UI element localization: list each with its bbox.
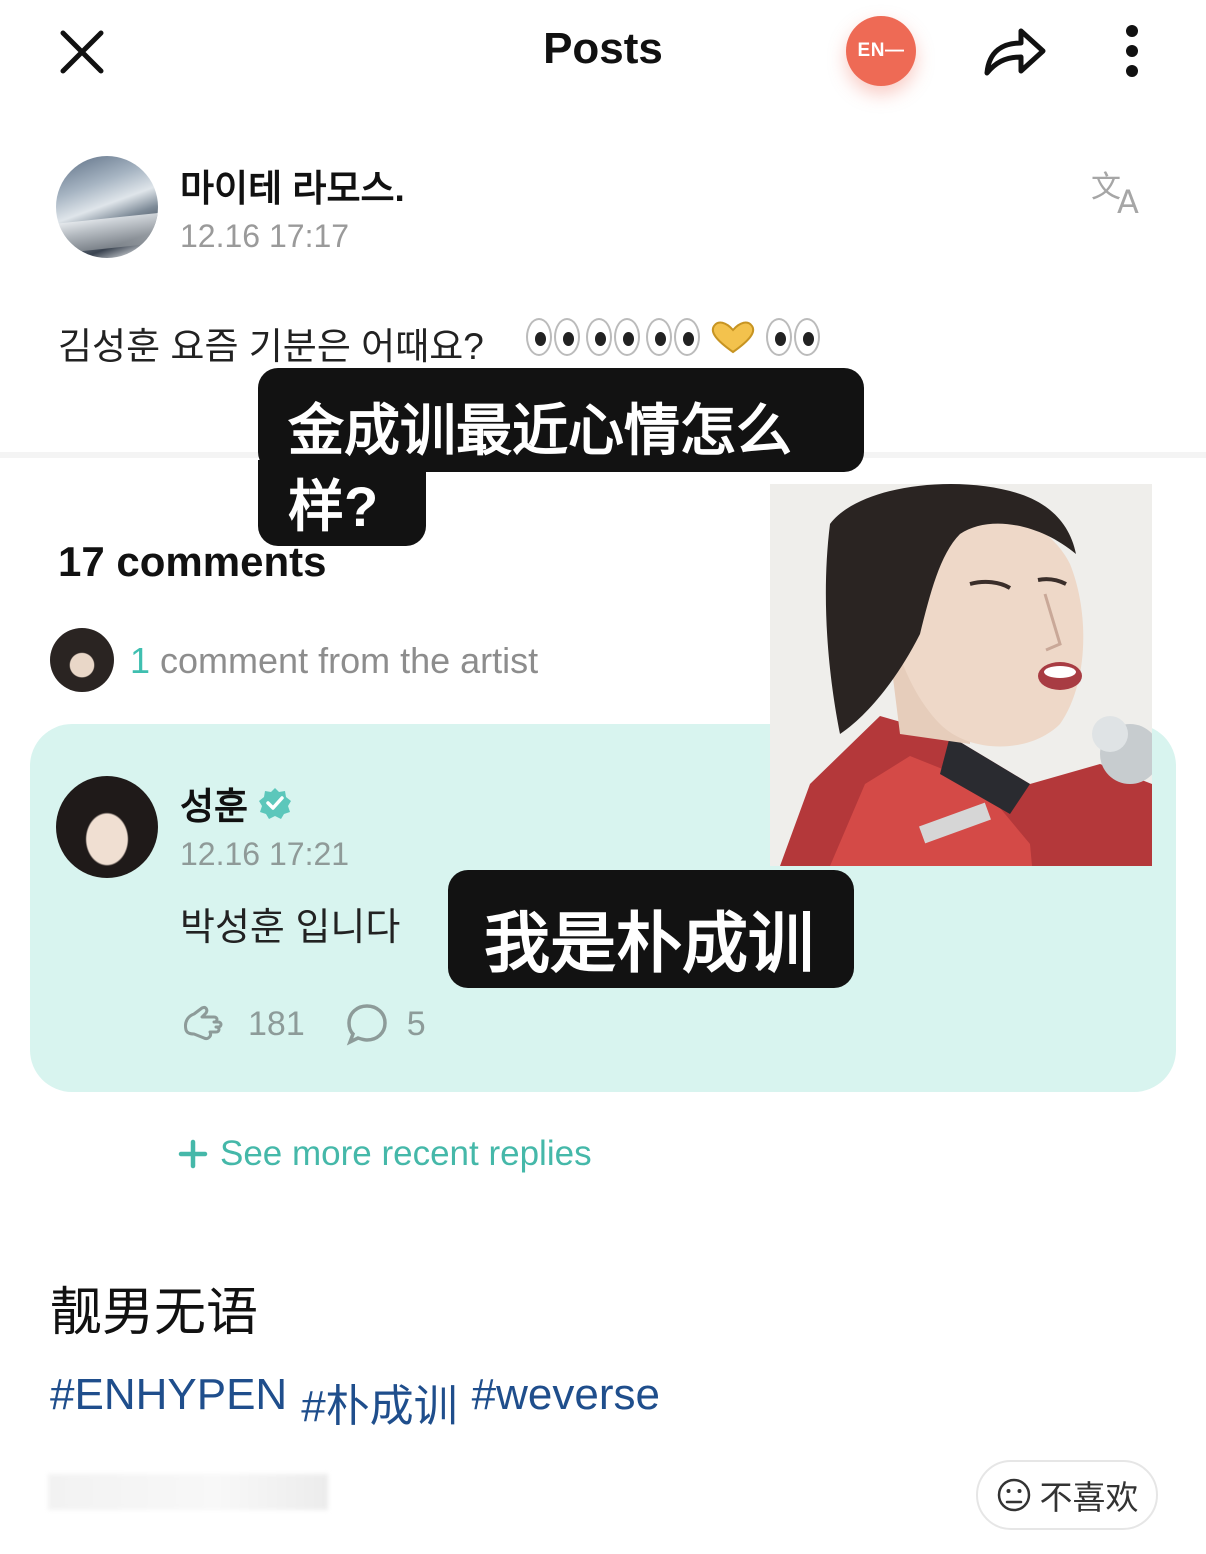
artist-comment-summary-label: comment from the artist xyxy=(150,640,539,681)
artist-name: 성훈 xyxy=(180,786,249,827)
person-photo-illustration xyxy=(770,484,1152,866)
blurred-content xyxy=(48,1474,328,1510)
heart-hand-icon xyxy=(184,1006,223,1040)
artist-comment-actions: 181 5 xyxy=(180,1002,466,1046)
hashtag-row: #ENHYPEN #朴成训 #weverse xyxy=(50,1370,660,1434)
artist-avatar-small[interactable] xyxy=(50,628,114,692)
eyes-emoji xyxy=(766,318,820,356)
artist-comment-timestamp: 12.16 17:21 xyxy=(180,836,350,872)
more-options-button[interactable] xyxy=(1110,18,1154,84)
post-body: 김성훈 요즘 기분은 어때요? xyxy=(58,326,484,367)
svg-text:A: A xyxy=(1117,183,1139,217)
sad-face-icon xyxy=(997,1478,1030,1512)
heart-hands-emoji xyxy=(711,321,755,354)
translate-icon: 文 A xyxy=(1091,170,1139,217)
artist-name-row[interactable]: 성훈 xyxy=(180,776,292,830)
hashtag-weverse[interactable]: #weverse xyxy=(472,1370,660,1434)
eyes-emoji xyxy=(586,318,640,356)
pasted-photo xyxy=(770,484,1152,866)
answer-caption: 我是朴成训 xyxy=(448,870,854,988)
reply-count: 5 xyxy=(406,1004,426,1043)
translate-button[interactable]: 文 A xyxy=(1086,162,1156,222)
question-caption-line2: 样? xyxy=(258,460,426,546)
eyes-emoji xyxy=(526,318,580,356)
dislike-button[interactable]: 不喜欢 xyxy=(976,1460,1158,1530)
comment-bubble-icon xyxy=(346,1004,387,1046)
hashtag-enhypen[interactable]: #ENHYPEN xyxy=(50,1370,287,1434)
more-vertical-icon xyxy=(1126,25,1138,77)
share-icon xyxy=(984,28,1046,76)
post-timestamp: 12.16 17:17 xyxy=(180,218,350,254)
like-count: 181 xyxy=(248,1004,305,1043)
artist-avatar[interactable] xyxy=(56,776,158,878)
community-badge[interactable]: EN— xyxy=(846,16,916,86)
eyes-emoji-row xyxy=(526,318,820,356)
verified-badge-icon xyxy=(259,788,292,819)
eyes-emoji xyxy=(646,318,700,356)
reply-button[interactable]: 5 xyxy=(345,1002,426,1046)
share-button[interactable] xyxy=(978,18,1050,84)
author-avatar[interactable] xyxy=(56,156,158,258)
hashtag-park-sunghoon[interactable]: #朴成训 xyxy=(301,1370,457,1434)
artist-comment-text: 박성훈 입니다 xyxy=(180,907,401,949)
see-more-replies-label: See more recent replies xyxy=(220,1134,592,1173)
artist-comment-count: 1 xyxy=(130,640,151,681)
plus-icon xyxy=(178,1139,208,1169)
weibo-post-text: 靓男无语 xyxy=(50,1284,259,1342)
like-button[interactable]: 181 xyxy=(180,1004,305,1044)
dislike-label: 不喜欢 xyxy=(1039,1479,1139,1516)
artist-comment-summary[interactable]: 1 comment from the artist xyxy=(130,640,538,682)
see-more-replies-link[interactable]: See more recent replies xyxy=(178,1134,592,1174)
question-caption-line1: 金成训最近心情怎么 xyxy=(258,368,864,472)
author-name[interactable]: 마이테 라모스. xyxy=(180,158,405,212)
top-bar: Posts EN— xyxy=(0,0,1206,110)
